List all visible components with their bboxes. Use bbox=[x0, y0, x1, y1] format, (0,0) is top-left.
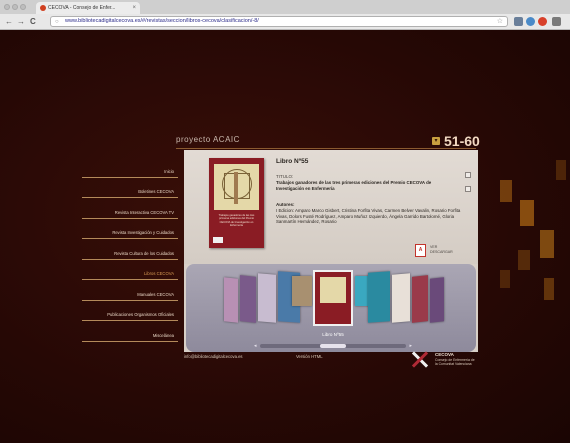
range-selector[interactable]: 51-60 bbox=[444, 133, 480, 149]
minimize-window-button[interactable] bbox=[12, 4, 18, 10]
menu-item-label: Revista Interactiva CECOVA TV bbox=[114, 209, 174, 215]
decorative-square bbox=[556, 160, 566, 180]
contact-email-link[interactable]: info@bibliotecadigitalcecova.es bbox=[184, 354, 243, 359]
sidebar-menu: Inicio Boletines CECOVA Revista Interact… bbox=[82, 157, 178, 342]
book-thumbnail[interactable] bbox=[240, 275, 256, 323]
scrollbar-thumb[interactable] bbox=[320, 344, 346, 348]
menu-item-inicio[interactable]: Inicio bbox=[82, 157, 178, 178]
tab-bar: CECOVA - Consejo de Enfer... × bbox=[0, 0, 570, 14]
address-url: www.bibliotecadigitalcecova.es/#/revista… bbox=[65, 18, 259, 24]
book-thumbnail[interactable] bbox=[368, 271, 390, 323]
menu-item-label: Revista Cultura de los Cuidados bbox=[114, 250, 174, 256]
html-version-link[interactable]: Versión HTML bbox=[296, 354, 323, 359]
close-window-button[interactable] bbox=[4, 4, 10, 10]
book-thumbnail[interactable] bbox=[258, 273, 276, 323]
book-thumbnail[interactable] bbox=[430, 277, 444, 323]
checkbox[interactable] bbox=[465, 172, 471, 178]
book-thumbnail-selected[interactable] bbox=[313, 270, 353, 326]
menu-item-label: Inicio bbox=[164, 168, 174, 174]
cecova-name: CECOVA bbox=[435, 352, 454, 357]
book-heading: Libro Nº55 bbox=[276, 158, 309, 165]
decorative-square bbox=[500, 270, 510, 288]
back-button[interactable]: ← bbox=[5, 16, 13, 27]
menu-item-label: Libros CECOVA bbox=[144, 271, 174, 276]
menu-item-label: Revista Investigación y Cuidados bbox=[112, 230, 174, 235]
book-carousel: Libro Nº55 ◂ ▸ bbox=[186, 264, 476, 352]
book-thumbnail[interactable] bbox=[412, 275, 428, 323]
cecova-subtitle: Consejo de Enfermería de la Comunitat Va… bbox=[435, 358, 475, 366]
menu-icon[interactable] bbox=[552, 17, 561, 26]
menu-item-label: Miscelánea bbox=[152, 332, 174, 338]
project-label: proyecto ACAIC bbox=[176, 135, 240, 144]
scroll-right-icon[interactable]: ▸ bbox=[409, 343, 412, 349]
decorative-square bbox=[540, 230, 554, 258]
book-detail-panel: Trabajos ganadores de las tres primeras … bbox=[184, 150, 478, 352]
scroll-left-icon[interactable]: ◂ bbox=[254, 343, 257, 349]
favicon-icon bbox=[40, 5, 46, 11]
cover-title: Trabajos ganadores de las tres primeras … bbox=[218, 214, 255, 228]
menu-item-label: Publicaciones Organismos Oficiales bbox=[107, 312, 174, 317]
browser-chrome: CECOVA - Consejo de Enfer... × ← → C ○ w… bbox=[0, 0, 570, 30]
decorative-square bbox=[518, 250, 530, 270]
menu-item-label: Manuales CECOVA bbox=[137, 291, 174, 297]
extension-icon[interactable] bbox=[514, 17, 523, 26]
decorative-square bbox=[500, 180, 512, 202]
extension-icon[interactable] bbox=[526, 17, 535, 26]
browser-tab[interactable]: CECOVA - Consejo de Enfer... × bbox=[36, 2, 140, 14]
menu-item-label: Boletines CECOVA bbox=[138, 189, 174, 194]
menu-item-revista-interactiva[interactable]: Revista Interactiva CECOVA TV bbox=[82, 198, 178, 219]
tab-title: CECOVA - Consejo de Enfer... bbox=[48, 5, 116, 11]
book-cover[interactable]: Trabajos ganadores de las tres primeras … bbox=[209, 158, 264, 248]
address-bar[interactable]: ○ www.bibliotecadigitalcecova.es/#/revis… bbox=[50, 16, 508, 27]
tab-close-icon[interactable]: × bbox=[132, 2, 136, 14]
carousel-caption: Libro Nº55 bbox=[322, 332, 344, 337]
menu-item-miscelanea[interactable]: Miscelánea bbox=[82, 321, 178, 342]
range-dropdown-icon[interactable]: ▾ bbox=[432, 137, 440, 145]
book-thumbnail[interactable] bbox=[392, 273, 410, 323]
cecova-logo bbox=[410, 350, 430, 368]
carousel-scrollbar[interactable]: ◂ ▸ bbox=[254, 343, 412, 349]
thumbnail-image bbox=[320, 277, 346, 303]
decorative-square bbox=[544, 278, 554, 300]
menu-item-revista-cultura[interactable]: Revista Cultura de los Cuidados bbox=[82, 239, 178, 260]
menu-item-boletines[interactable]: Boletines CECOVA bbox=[82, 178, 178, 198]
book-thumbnail[interactable] bbox=[224, 277, 238, 323]
divider bbox=[176, 148, 476, 149]
menu-item-revista-investigacion[interactable]: Revista Investigación y Cuidados bbox=[82, 219, 178, 239]
vitruvian-man-image bbox=[214, 164, 259, 210]
authors-label: Autores: bbox=[276, 202, 295, 207]
menu-item-manuales[interactable]: Manuales CECOVA bbox=[82, 280, 178, 301]
checkbox[interactable] bbox=[465, 186, 471, 192]
title-label: TITULO: bbox=[276, 174, 294, 179]
menu-item-libros[interactable]: Libros CECOVA bbox=[82, 260, 178, 280]
menu-item-publicaciones[interactable]: Publicaciones Organismos Oficiales bbox=[82, 301, 178, 321]
forward-button[interactable]: → bbox=[17, 16, 25, 27]
pdf-download-label: DESCARGAR bbox=[430, 249, 453, 254]
book-thumbnail[interactable] bbox=[292, 276, 312, 306]
cecova-subtitle-line: la Comunitat Valenciana bbox=[435, 362, 472, 367]
book-title: Trabajos ganadores de las tres primeras … bbox=[276, 180, 432, 191]
book-authors: I Edicion: Amparo Marco Gisbert, Cristin… bbox=[276, 208, 461, 224]
reload-button[interactable]: C bbox=[30, 16, 36, 27]
maximize-window-button[interactable] bbox=[20, 4, 26, 10]
extension-icon[interactable] bbox=[538, 17, 547, 26]
book-info-area: Trabajos ganadores de las tres primeras … bbox=[184, 150, 478, 264]
pdf-download-link[interactable]: VER DESCARGAR bbox=[430, 245, 453, 254]
pdf-icon[interactable]: A bbox=[415, 244, 426, 257]
cover-art bbox=[234, 172, 238, 204]
browser-toolbar: ← → C ○ www.bibliotecadigitalcecova.es/#… bbox=[0, 14, 570, 30]
decorative-square bbox=[520, 200, 534, 226]
bookmark-star-icon[interactable]: ☆ bbox=[497, 17, 503, 26]
page-info-icon: ○ bbox=[55, 19, 59, 25]
cover-logo bbox=[213, 237, 223, 243]
